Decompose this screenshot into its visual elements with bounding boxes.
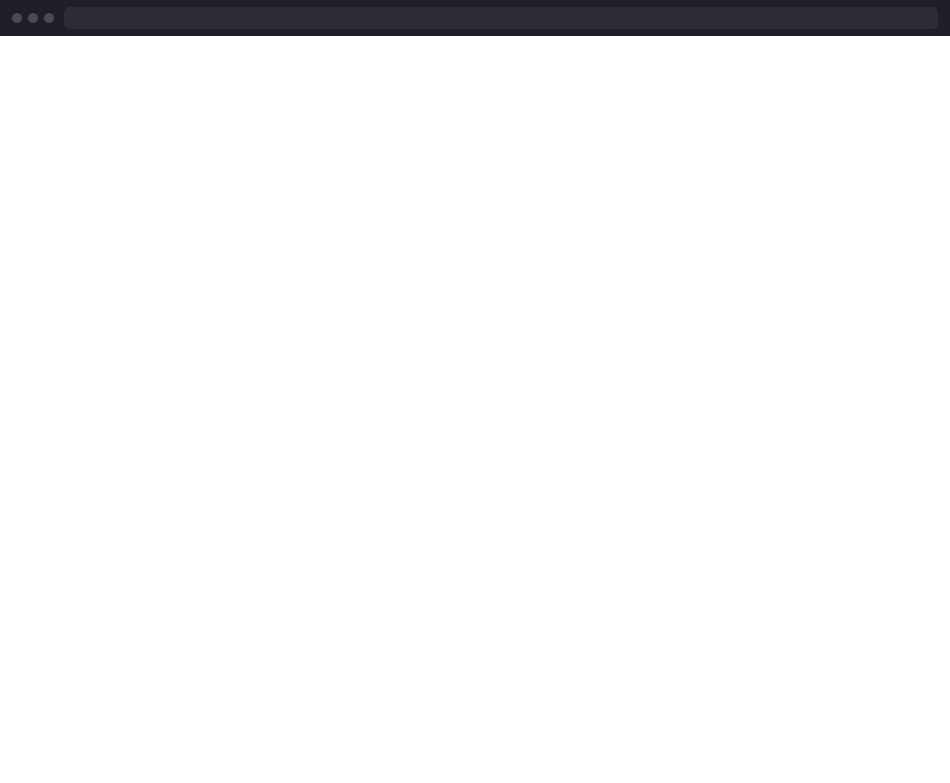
- window-title-bar: [0, 0, 950, 36]
- window-control-dot[interactable]: [28, 13, 38, 23]
- app-content-area: [0, 36, 950, 783]
- window-control-dot[interactable]: [12, 13, 22, 23]
- window-control-dot[interactable]: [44, 13, 54, 23]
- window-title: [64, 7, 938, 29]
- window-controls: [12, 13, 54, 23]
- app-window: [0, 0, 950, 783]
